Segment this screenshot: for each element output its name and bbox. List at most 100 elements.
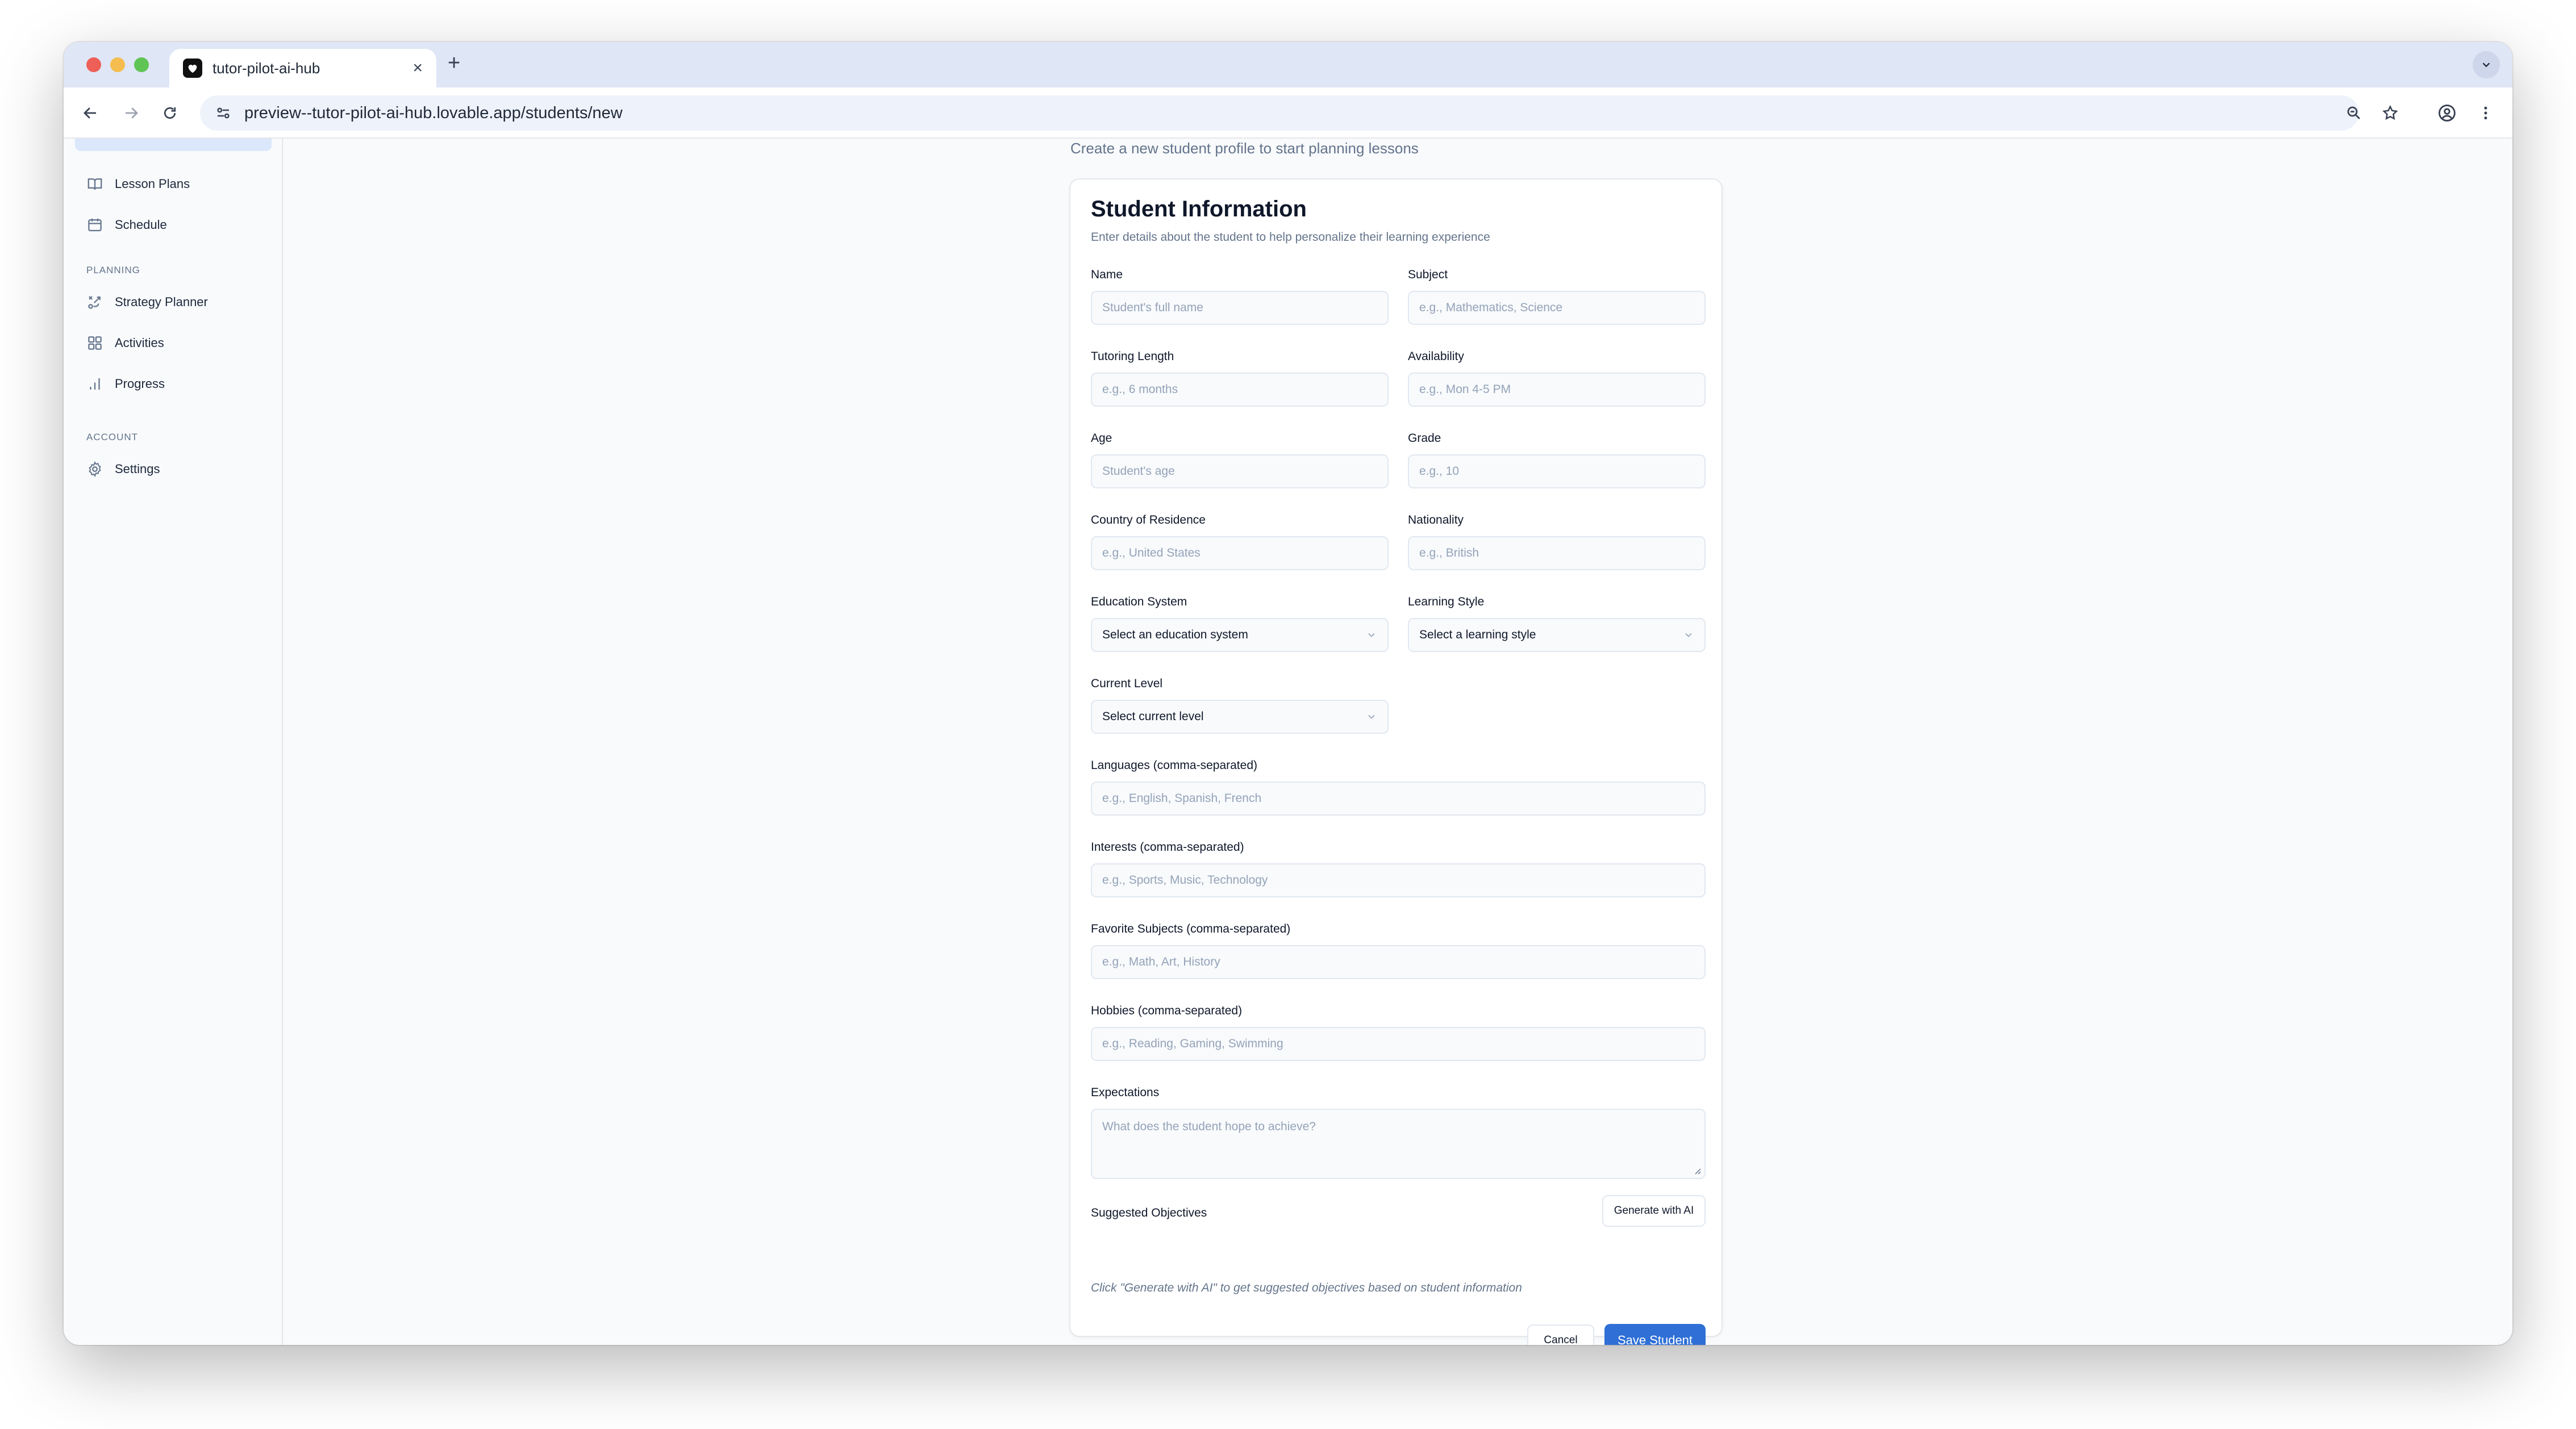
sidebar-item-schedule[interactable]: Schedule	[86, 211, 167, 239]
bar-chart-icon	[90, 378, 100, 390]
browser-toolbar: preview--tutor-pilot-ai-hub.lovable.app/…	[64, 87, 2512, 139]
availability-input[interactable]: e.g., Mon 4-5 PM	[1408, 373, 1706, 407]
star-icon	[2382, 105, 2398, 120]
current-level-value: Select current level	[1102, 710, 1204, 723]
reload-icon	[164, 107, 176, 119]
student-info-card: Student Information Enter details about …	[1069, 178, 1723, 1345]
forward-button[interactable]	[118, 100, 144, 126]
chevron-down-icon	[1685, 633, 1692, 637]
profile-button[interactable]	[2434, 100, 2460, 126]
sidebar-group-account: ACCOUNT	[86, 432, 139, 442]
address-bar[interactable]: preview--tutor-pilot-ai-hub.lovable.app/…	[200, 95, 2359, 131]
name-label: Name	[1091, 268, 1123, 281]
expectations-textarea[interactable]: What does the student hope to achieve?	[1091, 1109, 1706, 1179]
suggested-objectives-label: Suggested Objectives	[1091, 1206, 1207, 1219]
subject-input[interactable]: e.g., Mathematics, Science	[1408, 291, 1706, 325]
tab-search-button[interactable]	[2473, 51, 2500, 78]
page-subtitle: Create a new student profile to start pl…	[1070, 140, 1419, 157]
objectives-hint: Click "Generate with AI" to get suggeste…	[1091, 1281, 1522, 1294]
current-level-select[interactable]: Select current level	[1091, 700, 1389, 734]
education-system-value: Select an education system	[1102, 628, 1248, 641]
sidebar-item-settings[interactable]: Settings	[86, 456, 160, 483]
save-student-button[interactable]: Save Student	[1604, 1324, 1706, 1345]
expectations-label: Expectations	[1091, 1086, 1160, 1099]
card-title: Student Information	[1091, 197, 1307, 222]
sidebar-item-strategy-planner[interactable]: Strategy Planner	[86, 289, 208, 316]
languages-label: Languages (comma-separated)	[1091, 759, 1257, 772]
generate-with-ai-button[interactable]: Generate with AI	[1602, 1195, 1706, 1227]
close-window-button[interactable]	[86, 57, 101, 72]
reload-button[interactable]	[157, 100, 183, 126]
book-open-icon	[87, 178, 102, 190]
chevron-down-icon	[1368, 714, 1375, 719]
expectations-placeholder: What does the student hope to achieve?	[1102, 1120, 1316, 1133]
tutoring-length-input[interactable]: e.g., 6 months	[1091, 373, 1389, 407]
country-label: Country of Residence	[1091, 513, 1206, 527]
maximize-window-button[interactable]	[134, 57, 149, 72]
country-input[interactable]: e.g., United States	[1091, 536, 1389, 570]
grade-label: Grade	[1408, 432, 1441, 445]
url-text: preview--tutor-pilot-ai-hub.lovable.app/…	[244, 103, 623, 122]
zoom-button[interactable]	[2341, 100, 2367, 126]
more-vertical-icon	[2484, 106, 2487, 120]
interests-input[interactable]: e.g., Sports, Music, Technology	[1091, 863, 1706, 897]
card-description: Enter details about the student to help …	[1091, 231, 1490, 244]
learning-style-select[interactable]: Select a learning style	[1408, 618, 1706, 652]
back-button[interactable]	[77, 100, 103, 126]
sidebar-item-label: Lesson Plans	[115, 177, 190, 191]
sidebar-item-lesson-plans[interactable]: Lesson Plans	[86, 170, 190, 198]
browser-tab[interactable]: tutor-pilot-ai-hub ×	[169, 49, 436, 87]
browser-menu-button[interactable]	[2473, 100, 2499, 126]
sidebar-item-label: Strategy Planner	[115, 295, 208, 309]
nationality-input[interactable]: e.g., British	[1408, 536, 1706, 570]
chevron-down-icon	[2482, 62, 2490, 68]
new-tab-icon[interactable]: +	[448, 52, 460, 74]
grid-icon	[88, 336, 102, 350]
minimize-window-button[interactable]	[110, 57, 125, 72]
education-system-select[interactable]: Select an education system	[1091, 618, 1389, 652]
calendar-icon	[88, 218, 102, 232]
sidebar-item-label: Progress	[115, 377, 165, 391]
interests-label: Interests (comma-separated)	[1091, 841, 1244, 854]
close-tab-icon[interactable]: ×	[412, 60, 423, 77]
resize-grip-icon[interactable]	[1692, 1165, 1701, 1175]
sidebar-active-item[interactable]	[75, 139, 272, 151]
site-settings-icon[interactable]	[215, 105, 232, 122]
subject-label: Subject	[1408, 268, 1448, 281]
gear-icon	[89, 461, 101, 478]
tutoring-length-label: Tutoring Length	[1091, 350, 1174, 363]
hobbies-label: Hobbies (comma-separated)	[1091, 1004, 1243, 1017]
sidebar-item-activities[interactable]: Activities	[86, 329, 164, 357]
sidebar: Lesson Plans Schedule PLANNING Strategy …	[64, 139, 283, 1345]
age-label: Age	[1091, 432, 1112, 445]
arrow-right-icon	[126, 107, 138, 119]
sidebar-item-label: Schedule	[115, 218, 167, 232]
learning-style-label: Learning Style	[1408, 595, 1485, 608]
heart-favicon-icon	[183, 59, 202, 78]
chevron-down-icon	[1368, 633, 1375, 637]
favorite-subjects-label: Favorite Subjects (comma-separated)	[1091, 922, 1291, 935]
availability-label: Availability	[1408, 350, 1464, 363]
grade-input[interactable]: e.g., 10	[1408, 454, 1706, 488]
favorite-subjects-input[interactable]: e.g., Math, Art, History	[1091, 945, 1706, 979]
tab-strip: tutor-pilot-ai-hub × +	[64, 42, 2512, 87]
strategy-icon	[88, 296, 101, 309]
age-input[interactable]: Student's age	[1091, 454, 1389, 488]
zoom-icon	[2347, 106, 2360, 119]
sidebar-item-label: Settings	[115, 462, 160, 476]
hobbies-input[interactable]: e.g., Reading, Gaming, Swimming	[1091, 1027, 1706, 1061]
languages-input[interactable]: e.g., English, Spanish, French	[1091, 782, 1706, 816]
education-system-label: Education System	[1091, 595, 1187, 608]
profile-icon	[2439, 105, 2456, 122]
sidebar-group-planning: PLANNING	[86, 265, 140, 275]
learning-style-value: Select a learning style	[1419, 628, 1536, 641]
browser-window: tutor-pilot-ai-hub × + preview--tutor-pi…	[64, 42, 2512, 1345]
sidebar-item-progress[interactable]: Progress	[86, 370, 165, 398]
sidebar-item-label: Activities	[115, 336, 164, 350]
tab-title: tutor-pilot-ai-hub	[212, 59, 320, 77]
arrow-left-icon	[84, 107, 96, 119]
bookmark-button[interactable]	[2377, 100, 2403, 126]
cancel-button[interactable]: Cancel	[1527, 1324, 1594, 1345]
name-input[interactable]: Student's full name	[1091, 291, 1389, 325]
nationality-label: Nationality	[1408, 513, 1464, 527]
